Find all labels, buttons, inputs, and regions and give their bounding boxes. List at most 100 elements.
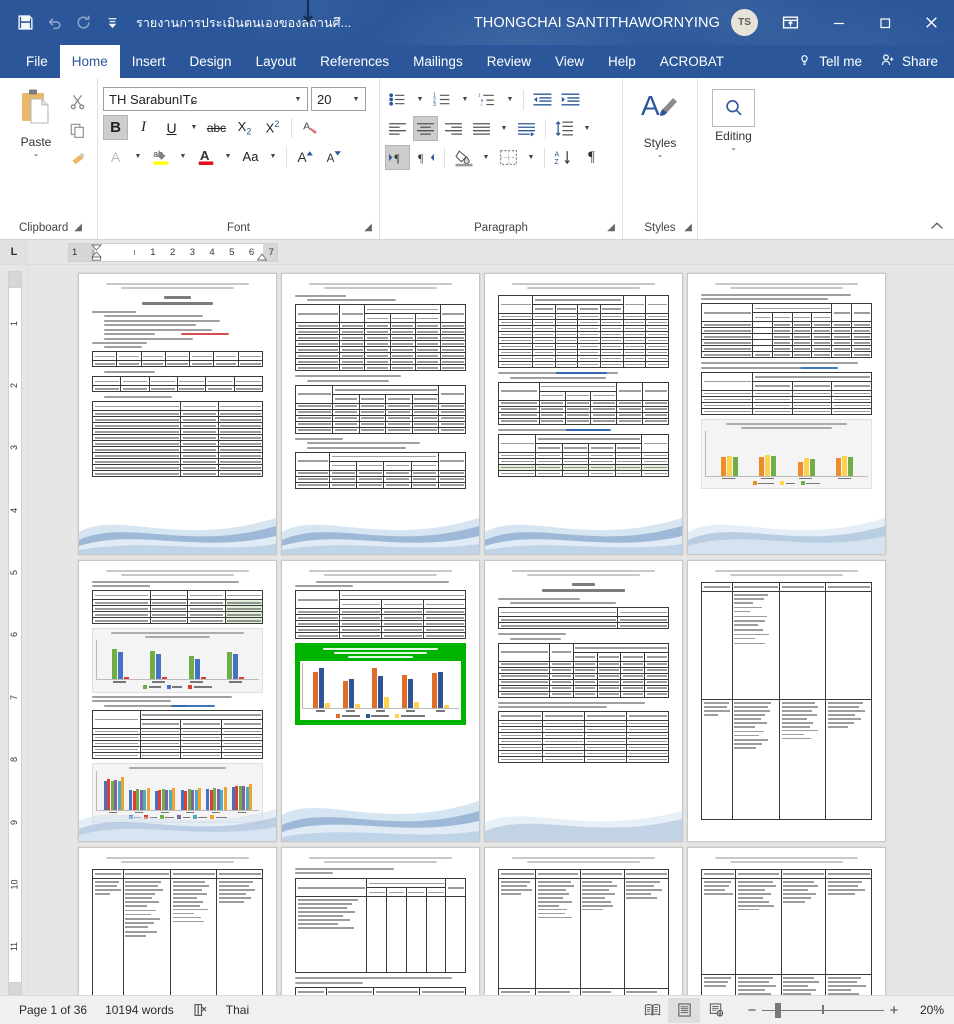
page-thumbnail-12[interactable] (687, 847, 886, 995)
borders-dropdown[interactable]: ▼ (524, 145, 538, 170)
numbering-icon[interactable]: 1 2 3 (430, 87, 455, 112)
tab-references[interactable]: References (308, 45, 401, 78)
shrink-font-icon[interactable]: A (321, 144, 346, 169)
shading-dropdown[interactable]: ▼ (479, 145, 493, 170)
paragraph-dialog-launcher[interactable]: ◢ (607, 223, 615, 233)
print-layout-button[interactable] (668, 997, 700, 1023)
ribbon-display-options-icon[interactable] (764, 0, 816, 45)
chevron-down-icon[interactable]: ▼ (350, 96, 362, 103)
tab-mailings[interactable]: Mailings (401, 45, 475, 78)
font-color-dropdown[interactable]: ▼ (221, 144, 235, 169)
minimize-icon[interactable] (816, 0, 862, 45)
zoom-level[interactable]: 20% (904, 1003, 944, 1017)
page-thumbnail-1[interactable] (78, 273, 277, 555)
tab-help[interactable]: Help (596, 45, 648, 78)
increase-indent-icon[interactable] (558, 87, 583, 112)
font-color-icon[interactable]: A (193, 144, 218, 169)
clipboard-dialog-launcher[interactable]: ◢ (74, 223, 82, 233)
numbering-dropdown[interactable]: ▼ (458, 87, 472, 112)
bullets-icon[interactable] (385, 87, 410, 112)
distributed-icon[interactable] (514, 116, 539, 141)
page-thumbnail-7[interactable] (484, 560, 683, 842)
tab-acrobat[interactable]: ACROBAT (648, 45, 736, 78)
page-indicator[interactable]: Page 1 of 36 (10, 1003, 96, 1017)
align-right-icon[interactable] (441, 116, 466, 141)
collapse-ribbon-button[interactable] (930, 220, 944, 234)
paste-button[interactable]: Paste ⌄ (9, 85, 63, 158)
font-size-combobox[interactable]: 20 ▼ (311, 87, 366, 111)
zoom-slider[interactable] (762, 1001, 884, 1019)
page-thumbnail-4[interactable] (687, 273, 886, 555)
chevron-down-icon[interactable]: ⌄ (730, 144, 737, 152)
page-scroll-region[interactable] (28, 265, 954, 995)
redo-icon[interactable] (70, 10, 97, 36)
page-thumbnail-10[interactable] (281, 847, 480, 995)
user-account-name[interactable]: THONGCHAI SANTITHAWORNYING (474, 15, 720, 31)
decrease-indent-icon[interactable] (530, 87, 555, 112)
restore-icon[interactable] (862, 0, 908, 45)
tab-stop-selector[interactable]: L (0, 240, 28, 264)
tab-view[interactable]: View (543, 45, 596, 78)
text-effects-button[interactable]: A (103, 144, 128, 169)
page-thumbnail-11[interactable] (484, 847, 683, 995)
page-thumbnail-3[interactable] (484, 273, 683, 555)
zoom-slider-thumb[interactable] (775, 1003, 781, 1018)
read-mode-button[interactable] (636, 998, 668, 1023)
change-case-button[interactable]: Aa (238, 144, 263, 169)
page-thumbnail-6[interactable] (281, 560, 480, 842)
close-icon[interactable] (908, 0, 954, 45)
align-left-icon[interactable] (385, 116, 410, 141)
page-thumbnail-2[interactable] (281, 273, 480, 555)
first-line-indent-marker[interactable] (90, 244, 103, 264)
chevron-down-icon[interactable]: ⌄ (33, 150, 40, 158)
font-dialog-launcher[interactable]: ◢ (364, 223, 372, 233)
text-highlight-color-icon[interactable]: ab (148, 144, 173, 169)
editing-button[interactable]: Editing ⌄ (703, 85, 764, 152)
avatar[interactable]: TS (731, 9, 758, 36)
bold-button[interactable]: B (103, 115, 128, 140)
chevron-down-icon[interactable]: ▼ (292, 96, 304, 103)
line-spacing-dropdown[interactable]: ▼ (580, 116, 594, 141)
underline-dropdown[interactable]: ▼ (187, 115, 201, 140)
styles-dialog-launcher[interactable]: ◢ (684, 223, 692, 233)
page-thumbnail-5[interactable] (78, 560, 277, 842)
underline-button[interactable]: U (159, 115, 184, 140)
strikethrough-button[interactable]: abc (204, 115, 229, 140)
customize-qat-icon[interactable] (99, 10, 126, 36)
italic-button[interactable]: I (131, 115, 156, 140)
tell-me-search[interactable]: Tell me (789, 52, 870, 71)
bullets-dropdown[interactable]: ▼ (413, 87, 427, 112)
multilevel-dropdown[interactable]: ▼ (503, 87, 517, 112)
align-center-icon[interactable] (413, 116, 438, 141)
grow-font-icon[interactable]: A (293, 144, 318, 169)
justify-dropdown[interactable]: ▼ (497, 116, 511, 141)
horizontal-ruler[interactable]: 1 ı ı 1 2 3 4 5 6 7 (68, 243, 278, 262)
text-effects-dropdown[interactable]: ▼ (131, 144, 145, 169)
word-count[interactable]: 10194 words (96, 1003, 183, 1017)
tab-layout[interactable]: Layout (244, 45, 309, 78)
justify-icon[interactable] (469, 116, 494, 141)
language-indicator[interactable]: Thai (217, 1003, 258, 1017)
shading-icon[interactable] (451, 145, 476, 170)
proofing-errors-icon[interactable] (183, 1002, 217, 1018)
cut-icon[interactable] (66, 90, 90, 112)
highlight-dropdown[interactable]: ▼ (176, 144, 190, 169)
change-case-dropdown[interactable]: ▼ (266, 144, 280, 169)
undo-icon[interactable] (41, 10, 68, 36)
clear-all-formatting-icon[interactable]: A (298, 115, 323, 140)
page-thumbnail-9[interactable] (78, 847, 277, 995)
share-button[interactable]: Share (874, 52, 944, 71)
tab-home[interactable]: Home (59, 45, 120, 78)
tab-insert[interactable]: Insert (120, 45, 178, 78)
font-name-combobox[interactable]: TH SarabunITɕ ▼ (103, 87, 308, 111)
borders-icon[interactable] (496, 145, 521, 170)
zoom-in-button[interactable]: + (884, 1002, 904, 1019)
show-formatting-marks-icon[interactable]: ¶ (579, 145, 604, 170)
right-indent-marker[interactable] (256, 253, 268, 264)
web-layout-button[interactable] (700, 998, 732, 1023)
sort-icon[interactable]: A Z (551, 145, 576, 170)
styles-button[interactable]: A Styles ⌄ (629, 85, 691, 159)
chevron-down-icon[interactable]: ⌄ (657, 151, 664, 159)
copy-icon[interactable] (66, 119, 90, 141)
save-icon[interactable] (12, 10, 39, 36)
